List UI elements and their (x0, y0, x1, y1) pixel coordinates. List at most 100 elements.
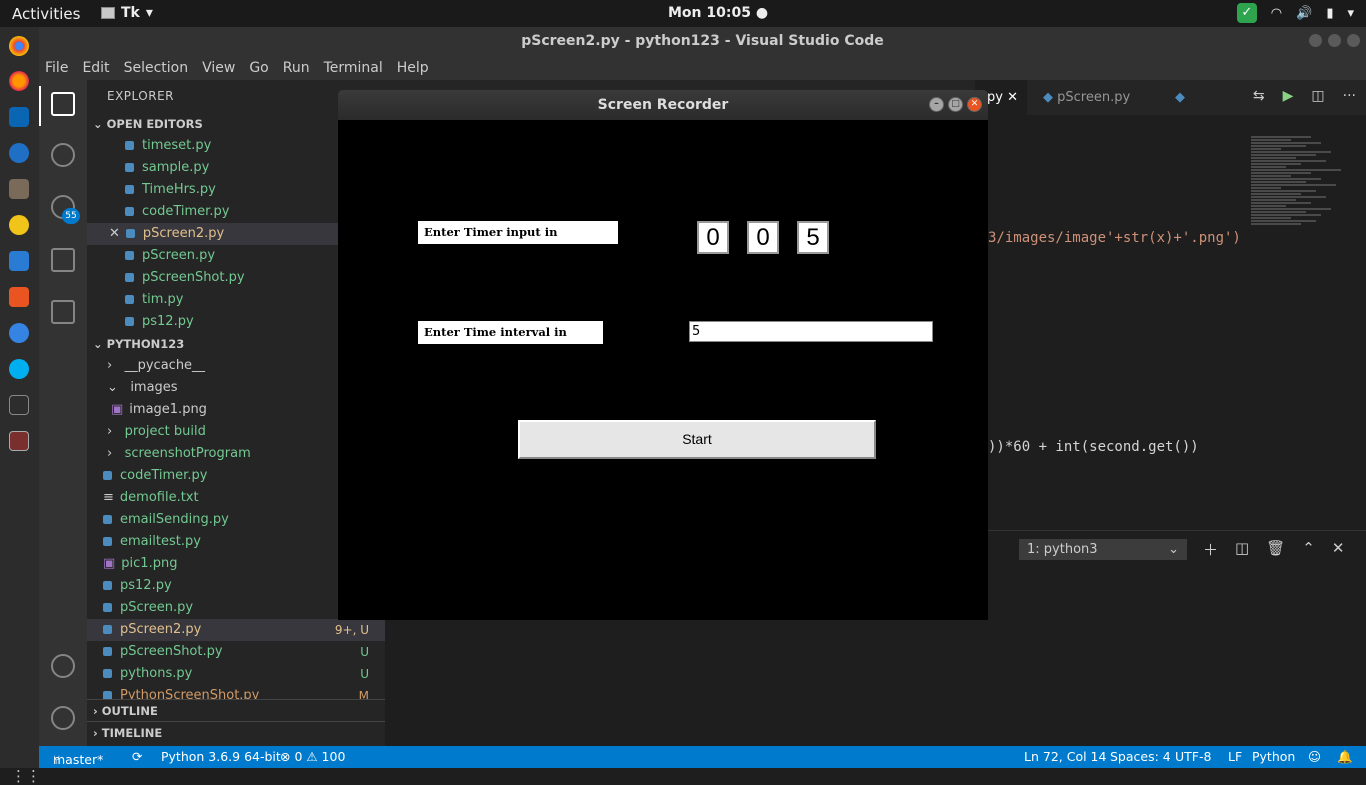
minimap[interactable] (1251, 135, 1351, 530)
timeline-header[interactable]: › TIMELINE (87, 721, 385, 743)
skype-icon[interactable] (9, 359, 29, 379)
chevron-down-icon: ▾ (145, 5, 153, 21)
writer-icon[interactable] (9, 251, 29, 271)
explorer-icon[interactable] (51, 92, 75, 116)
interval-input[interactable]: 5 (689, 321, 933, 342)
tree-file[interactable]: PythonScreenShot.py M (87, 685, 385, 699)
check-icon[interactable]: ✓ (1236, 3, 1257, 23)
maximize-icon[interactable] (1328, 34, 1341, 47)
window-controls[interactable] (1309, 34, 1360, 47)
menu-help[interactable]: Help (397, 60, 435, 76)
menu-bar: File Edit Selection View Go Run Terminal… (39, 55, 1366, 80)
recorder-body: Enter Timer input in Hr/Min/Sec 0 0 5 En… (338, 120, 988, 620)
maximize-icon[interactable]: □ (948, 97, 963, 112)
tree-file[interactable]: pythons.py U (87, 663, 385, 685)
close-icon[interactable]: ✕ (1007, 90, 1018, 105)
close-icon[interactable] (1347, 34, 1360, 47)
run-debug-icon[interactable] (51, 248, 75, 272)
chrome-icon[interactable] (9, 36, 29, 56)
sync-icon[interactable]: ⟳ (132, 749, 142, 764)
tk-app-icon[interactable] (9, 431, 29, 451)
clock[interactable]: Mon 10:05 ● (668, 5, 768, 21)
menu-file[interactable]: File (45, 60, 74, 76)
compare-icon[interactable]: ⇆ (1253, 88, 1265, 104)
python-file-icon (103, 515, 112, 524)
window-title: pScreen2.py - python123 - Visual Studio … (521, 33, 884, 49)
help-icon[interactable] (9, 323, 29, 343)
recorder-title-bar[interactable]: Screen Recorder – □ ✕ (338, 90, 988, 120)
minimize-icon[interactable]: – (929, 97, 944, 112)
image-file-icon: ▣ (111, 402, 124, 417)
hours-input[interactable]: 0 (697, 221, 729, 254)
indentation[interactable]: Spaces: 4 (1110, 749, 1171, 764)
show-applications-icon[interactable]: ⋮⋮ (11, 767, 41, 785)
chevron-down-icon: ▾ (1347, 5, 1354, 21)
extensions-icon[interactable] (51, 300, 75, 324)
feedback-icon[interactable]: ☺ (1308, 749, 1321, 764)
close-icon[interactable]: ✕ (109, 226, 120, 241)
account-icon[interactable] (51, 654, 75, 678)
new-terminal-icon[interactable]: ＋ (1203, 539, 1218, 560)
search-icon[interactable] (51, 143, 75, 167)
minimize-icon[interactable] (1309, 34, 1322, 47)
menu-view[interactable]: View (202, 60, 241, 76)
python-file-icon: ◆ (1043, 90, 1053, 105)
close-icon[interactable]: ✕ (967, 97, 982, 112)
minutes-input[interactable]: 0 (747, 221, 779, 254)
menu-run[interactable]: Run (283, 60, 316, 76)
image-file-icon: ▣ (103, 556, 116, 571)
thunderbird-icon[interactable] (9, 143, 29, 163)
python-file-icon (125, 207, 134, 216)
cursor-position[interactable]: Ln 72, Col 14 (1024, 749, 1106, 764)
terminal-select[interactable]: 1: python3 ⌄ (1019, 539, 1187, 560)
ubuntu-dock: ⋮⋮ (0, 27, 41, 785)
tab-pscreenshot[interactable]: ◆ pScree (1163, 80, 1225, 115)
tree-file-active[interactable]: pScreen2.py 9+, U (87, 619, 385, 641)
run-icon[interactable]: ▶ (1283, 88, 1294, 104)
start-button[interactable]: Start (518, 420, 876, 459)
settings-gear-icon[interactable] (51, 706, 75, 730)
activities-button[interactable]: Activities (12, 5, 80, 23)
python-interpreter[interactable]: Python 3.6.9 64-bit (161, 749, 281, 764)
python-file-icon: ◆ (1175, 90, 1185, 105)
chevron-up-icon[interactable]: ⌃ (1302, 539, 1315, 560)
files-icon[interactable] (9, 179, 29, 199)
python-file-icon (125, 141, 134, 150)
split-terminal-icon[interactable]: ◫ (1235, 539, 1249, 560)
system-tray[interactable]: ✓ ◠ 🔊 ▮ ▾ (1236, 3, 1354, 23)
active-indicator (39, 86, 41, 126)
chevron-down-icon: ⌄ (1168, 542, 1179, 557)
encoding[interactable]: UTF-8 (1175, 749, 1211, 764)
tab-pscreen[interactable]: ◆ pScreen.py (1031, 80, 1159, 115)
code-line[interactable]: 3/images/image'+str(x)+'.png') (988, 230, 1241, 246)
tree-file[interactable]: pScreenShot.py U (87, 641, 385, 663)
menu-edit[interactable]: Edit (82, 60, 115, 76)
end-of-line[interactable]: LF (1228, 749, 1242, 764)
seconds-input[interactable]: 5 (797, 221, 829, 254)
language-mode[interactable]: Python (1252, 749, 1295, 764)
trash-icon[interactable]: 🗑 (1266, 539, 1285, 560)
app-menu[interactable]: Tk ▾ (101, 5, 153, 21)
software-icon[interactable] (9, 287, 29, 307)
chevron-right-icon: › (107, 446, 113, 461)
code-line[interactable]: ))*60 + int(second.get()) (988, 439, 1199, 455)
notifications-bell-icon[interactable]: 🔔 (1337, 749, 1353, 765)
close-icon[interactable]: ✕ (1332, 539, 1345, 560)
rhythmbox-icon[interactable] (9, 215, 29, 235)
problems-status[interactable]: ⊗ 0 ⚠ 100 (280, 749, 345, 764)
chevron-right-icon: › (107, 358, 113, 373)
status-bar: ⑂ master* ⟳ Python 3.6.9 64-bit ⊗ 0 ⚠ 10… (39, 746, 1366, 768)
python-file-icon (103, 691, 112, 699)
recorder-title: Screen Recorder (597, 97, 729, 113)
menu-terminal[interactable]: Terminal (324, 60, 389, 76)
vscode-icon[interactable] (9, 107, 29, 127)
python-file-icon (125, 273, 134, 282)
python-file-icon (125, 185, 134, 194)
menu-selection[interactable]: Selection (124, 60, 195, 76)
firefox-icon[interactable] (9, 71, 29, 91)
menu-go[interactable]: Go (249, 60, 274, 76)
split-editor-icon[interactable]: ◫ (1311, 88, 1324, 104)
more-actions-icon[interactable]: ··· (1343, 88, 1356, 104)
outline-header[interactable]: › OUTLINE (87, 699, 385, 721)
terminal-icon[interactable] (9, 395, 29, 415)
